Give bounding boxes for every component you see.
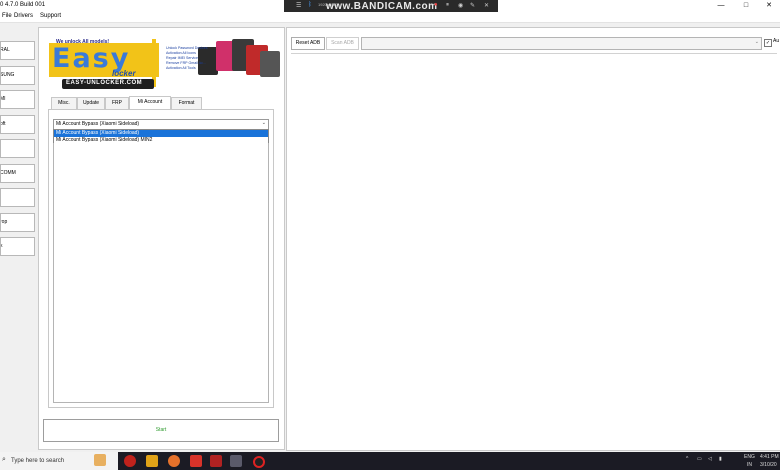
menu-drivers[interactable]: Drivers <box>14 13 33 19</box>
vendor-button-oppo[interactable]: rop <box>0 213 35 232</box>
search-icon: ⌕ <box>2 456 6 463</box>
maximize-button[interactable]: □ <box>735 0 757 12</box>
chevron-down-icon[interactable]: ⌄ <box>262 120 266 126</box>
easy-unlocker-banner: We unlock All models! Easy locker EASY-U… <box>48 37 284 91</box>
vendor-button-samsung[interactable]: SUNG <box>0 66 35 85</box>
clock-date: 3/10/20 <box>760 462 777 468</box>
menu-bar: File Drivers Support <box>0 12 780 23</box>
device-select[interactable]: ⌄ <box>361 37 762 50</box>
minimize-button[interactable]: — <box>710 0 732 12</box>
vendor-button-qualcomm[interactable]: COMM <box>0 164 35 183</box>
pen-icon[interactable]: ✎ <box>470 2 475 9</box>
menu-icon[interactable]: ☰ <box>296 2 301 9</box>
app-icon-red[interactable] <box>190 455 202 467</box>
banner-features: Unlock Password Devices Activation All I… <box>166 46 208 71</box>
auto-label: Au <box>773 38 780 44</box>
banner-url: EASY-UNLOCKER.COM <box>66 80 143 86</box>
vendor-button-mi[interactable]: MI <box>0 90 35 109</box>
bandicam-logo: www.BANDICAM.com <box>326 1 438 12</box>
menu-support[interactable]: Support <box>40 13 61 19</box>
record-icon[interactable]: ● <box>434 2 438 8</box>
bluetooth-icon: ᛒ <box>308 2 312 8</box>
dropdown-option[interactable]: Mi Account Bypass (Xiaomi Sideload) <box>54 130 268 137</box>
vendor-button-7[interactable] <box>0 188 35 207</box>
close-button[interactable]: ✕ <box>758 0 780 12</box>
clock-time[interactable]: 4:41 PM <box>760 454 779 460</box>
file-explorer-icon[interactable] <box>146 455 158 467</box>
bandicam-taskbar-icon[interactable] <box>253 456 265 468</box>
window-title: 0 4.7.0 Build 001 <box>0 2 46 8</box>
region-indicator: IN <box>747 462 752 468</box>
camera-icon[interactable]: ◉ <box>458 2 463 9</box>
banner-brand: Easy <box>52 43 131 74</box>
tray-overflow-icon[interactable]: ^ <box>686 456 688 462</box>
easy-unlocker-taskbar-icon[interactable] <box>230 455 242 467</box>
opera-icon[interactable] <box>124 455 136 467</box>
volume-icon[interactable]: ◁ <box>708 456 712 462</box>
pause-icon[interactable]: ⏸ <box>446 2 449 9</box>
auto-checkbox[interactable]: ✓ <box>764 39 772 47</box>
language-indicator[interactable]: ENG <box>744 454 755 460</box>
banner-brand-sub: locker <box>112 69 136 78</box>
firefox-icon[interactable] <box>168 455 180 467</box>
app-icon-darkred[interactable] <box>210 455 222 467</box>
vendor-button-general[interactable]: RAL <box>0 41 35 60</box>
chevron-down-icon[interactable]: ⌄ <box>755 39 759 45</box>
log-output <box>291 53 777 444</box>
battery-icon[interactable]: ▮ <box>719 456 722 462</box>
close-icon[interactable]: ✕ <box>484 2 489 9</box>
reset-adb-button[interactable]: Reset ADB <box>291 37 325 50</box>
start-button[interactable]: Start <box>43 419 279 442</box>
vendor-button-9[interactable]: k <box>0 237 35 256</box>
vendor-button-5[interactable] <box>0 139 35 158</box>
search-input[interactable]: Type here to search <box>11 458 64 464</box>
banner-feature: Activation All Tools <box>166 66 196 70</box>
method-listbox[interactable] <box>53 143 269 403</box>
scan-adb-button[interactable]: Scan ADB <box>326 37 359 50</box>
tab-mi-account[interactable]: Mi Account <box>129 96 171 110</box>
weather-widget-icon[interactable] <box>94 454 106 466</box>
vendor-button-microsoft[interactable]: oft <box>0 115 35 134</box>
network-icon[interactable]: ▭ <box>697 456 702 462</box>
selected-method: Mi Account Bypass (Xiaomi Sideload) <box>56 121 140 127</box>
menu-file[interactable]: File <box>2 13 12 19</box>
bandicam-overlay: ☰ ᛒ 1920x1080 www.BANDICAM.com ● ⏸ ◉ ✎ ✕ <box>284 0 498 12</box>
